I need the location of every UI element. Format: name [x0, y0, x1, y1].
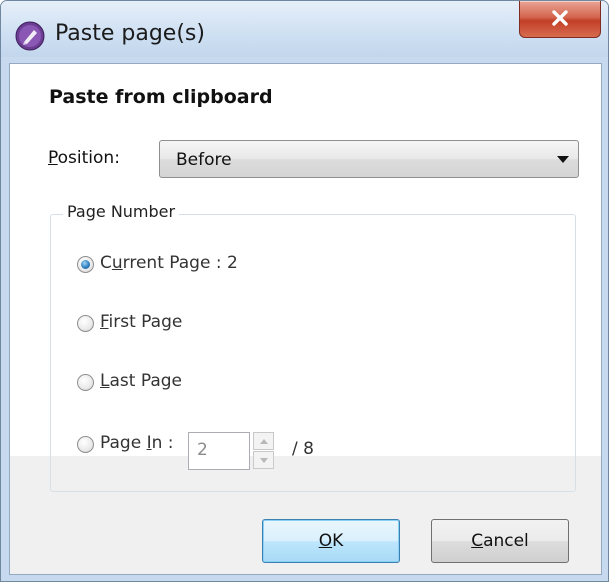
chevron-down-icon	[557, 156, 569, 163]
radio-button-checked[interactable]	[77, 256, 94, 273]
radio-current-page-label: Current Page : 2	[100, 253, 238, 273]
position-label: Position:	[48, 148, 120, 168]
spin-down-button[interactable]	[253, 451, 274, 469]
close-button[interactable]	[519, 1, 601, 38]
dialog-body: Paste from clipboard Position: Before Pa…	[9, 63, 602, 575]
close-icon	[552, 10, 568, 26]
page-in-input[interactable]: 2	[188, 432, 250, 470]
page-in-spinner	[253, 432, 274, 470]
position-select-value: Before	[176, 150, 232, 170]
pen-nib-icon	[15, 21, 45, 51]
radio-button[interactable]	[77, 436, 94, 453]
spin-up-button[interactable]	[253, 432, 274, 450]
radio-current-page[interactable]: Current Page : 2	[77, 252, 297, 282]
title-bar[interactable]: Paste page(s)	[1, 1, 608, 57]
radio-last-page-label: Last Page	[100, 371, 182, 391]
radio-last-page[interactable]: Last Page	[77, 370, 237, 400]
total-pages: / 8	[292, 439, 314, 459]
radio-page-in-label: Page In :	[100, 433, 174, 453]
dialog-window: Paste page(s) Paste from clipboard Posit…	[0, 0, 609, 582]
radio-first-page[interactable]: First Page	[77, 311, 237, 341]
cancel-button[interactable]: Cancel	[431, 519, 569, 563]
dialog-heading: Paste from clipboard	[49, 86, 273, 108]
position-select[interactable]: Before	[159, 140, 579, 178]
radio-button[interactable]	[77, 315, 94, 332]
radio-first-page-label: First Page	[100, 312, 183, 332]
radio-button[interactable]	[77, 374, 94, 391]
arrow-down-icon	[260, 458, 268, 463]
page-number-group-label: Page Number	[63, 202, 180, 221]
arrow-up-icon	[260, 439, 268, 444]
window-title: Paste page(s)	[55, 21, 205, 46]
ok-button[interactable]: OK	[262, 519, 400, 563]
